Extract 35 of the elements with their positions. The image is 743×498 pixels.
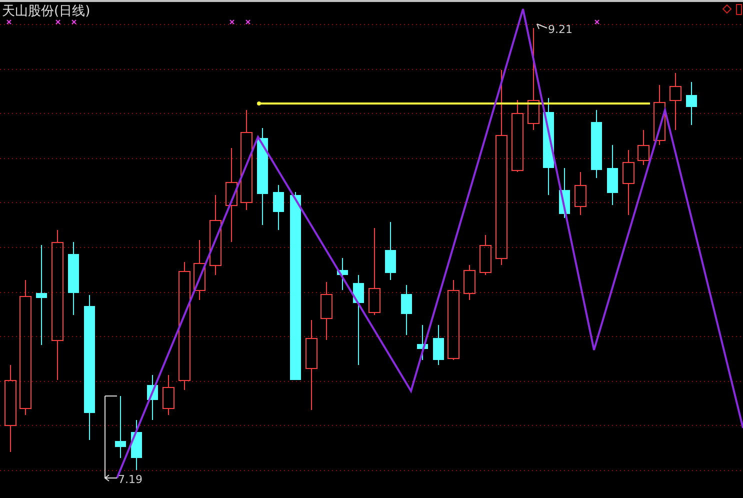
x-marker-icon <box>246 20 250 24</box>
candlestick <box>273 184 284 230</box>
candlestick <box>591 110 602 178</box>
candlestick <box>464 264 476 300</box>
diamond-icon[interactable] <box>722 4 732 14</box>
candlestick <box>686 82 697 126</box>
candlestick <box>162 374 174 416</box>
candlestick <box>115 396 126 458</box>
low-price-label: 7.19 <box>118 473 142 486</box>
candlestick <box>320 282 332 340</box>
x-marker-icon <box>594 20 600 24</box>
x-marker-icon <box>230 20 234 24</box>
candlestick <box>147 374 158 420</box>
candlestick <box>670 72 682 130</box>
candlestick <box>559 168 570 218</box>
leader-line <box>536 24 548 30</box>
candlestick <box>385 222 396 280</box>
x-marker-icon <box>6 20 12 24</box>
candlestick <box>337 258 348 290</box>
x-marker-icon <box>72 20 76 24</box>
candlestick <box>417 324 428 360</box>
candlestick <box>654 84 666 146</box>
candlestick <box>194 240 206 300</box>
candlestick <box>574 172 586 216</box>
x-marker-icon <box>56 20 60 24</box>
candlestick <box>607 144 618 206</box>
candlestick <box>401 284 412 336</box>
candlestick <box>622 150 634 216</box>
high-price-label: 9.21 <box>548 23 572 36</box>
candlestick <box>638 130 650 166</box>
candlestick <box>480 234 492 276</box>
candlestick <box>433 324 444 366</box>
chart-title: 天山股份(日线) <box>2 4 90 19</box>
candlestick <box>131 420 142 470</box>
rectangle-icon[interactable] <box>736 4 742 15</box>
